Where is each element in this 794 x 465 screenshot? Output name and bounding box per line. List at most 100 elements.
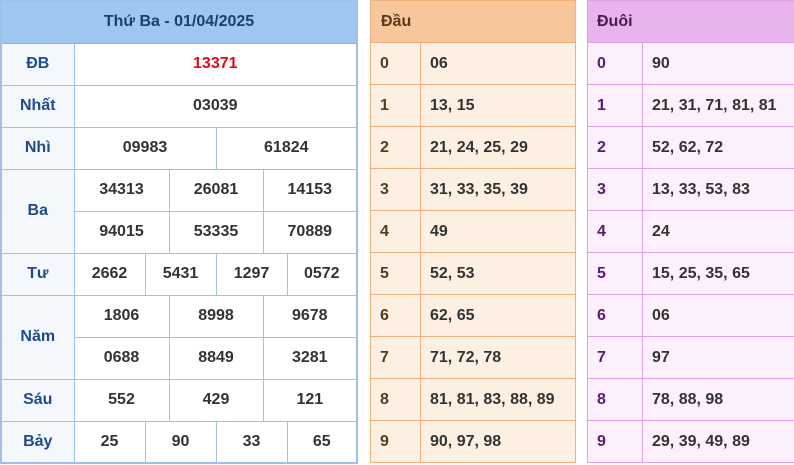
dau-row: 6 62, 65 xyxy=(370,294,577,337)
prize-label: Sáu xyxy=(0,378,75,422)
dau-key: 7 xyxy=(370,336,421,379)
duoi-row: 6 06 xyxy=(587,294,794,337)
dau-values: 71, 72, 78 xyxy=(419,336,577,379)
prize-value: 90 xyxy=(144,420,217,464)
prize-value: 25 xyxy=(73,420,146,464)
prize-row-fifth: Năm 1806 8998 9678 xyxy=(0,294,358,380)
dau-row: 1 13, 15 xyxy=(370,84,577,127)
duoi-key: 2 xyxy=(587,126,643,169)
duoi-row: 8 78, 88, 98 xyxy=(587,378,794,421)
prize-value: 03039 xyxy=(73,84,358,128)
dau-row: 2 21, 24, 25, 29 xyxy=(370,126,577,169)
prize-value: 14153 xyxy=(262,168,358,212)
duoi-row: 2 52, 62, 72 xyxy=(587,126,794,169)
dau-values: 13, 15 xyxy=(419,84,577,127)
duoi-values: 15, 25, 35, 65 xyxy=(641,252,794,295)
dau-key: 1 xyxy=(370,84,421,127)
prize-value: 429 xyxy=(168,378,264,422)
dau-key: 3 xyxy=(370,168,421,211)
dau-row: 0 06 xyxy=(370,42,577,85)
duoi-row: 7 97 xyxy=(587,336,794,379)
prize-value: 3281 xyxy=(262,336,358,380)
prize-value: 1806 xyxy=(73,294,170,338)
dau-table: Đầu 0 06 1 13, 15 2 21, 24, 25, 29 3 31, 33,… xyxy=(369,0,577,463)
duoi-table: Đuôi 0 90 1 21, 31, 71, 81, 81 2 52, 62, 72… xyxy=(586,0,794,463)
prize-row-second: Nhì 09983 61824 xyxy=(0,126,358,170)
duoi-values: 06 xyxy=(641,294,794,337)
dau-header: Đầu xyxy=(369,0,577,43)
prize-value: 70889 xyxy=(262,210,358,254)
prize-value: 8849 xyxy=(168,336,264,380)
duoi-row: 1 21, 31, 71, 81, 81 xyxy=(587,84,794,127)
duoi-values: 29, 39, 49, 89 xyxy=(641,420,794,463)
prize-value: 1297 xyxy=(215,252,288,296)
dau-values: 52, 53 xyxy=(419,252,577,295)
dau-key: 4 xyxy=(370,210,421,253)
prize-label: Ba xyxy=(0,168,75,254)
dau-key: 6 xyxy=(370,294,421,337)
dau-row: 5 52, 53 xyxy=(370,252,577,295)
duoi-values: 13, 33, 53, 83 xyxy=(641,168,794,211)
prize-value: 5431 xyxy=(144,252,217,296)
dau-row: 4 49 xyxy=(370,210,577,253)
prize-value: 94015 xyxy=(73,210,170,254)
prize-value: 61824 xyxy=(215,126,358,170)
prize-value: 65 xyxy=(286,420,358,464)
prize-value: 26081 xyxy=(168,168,264,212)
duoi-row: 3 13, 33, 53, 83 xyxy=(587,168,794,211)
prize-label: Bảy xyxy=(0,420,75,464)
duoi-key: 5 xyxy=(587,252,643,295)
duoi-key: 3 xyxy=(587,168,643,211)
dau-values: 81, 81, 83, 88, 89 xyxy=(419,378,577,421)
prize-label: Nhất xyxy=(0,84,75,128)
dau-row: 7 71, 72, 78 xyxy=(370,336,577,379)
dau-values: 49 xyxy=(419,210,577,253)
dau-key: 9 xyxy=(370,420,421,463)
duoi-key: 0 xyxy=(587,42,643,85)
prize-value: 0688 xyxy=(73,336,170,380)
dau-values: 62, 65 xyxy=(419,294,577,337)
duoi-row: 9 29, 39, 49, 89 xyxy=(587,420,794,463)
dau-key: 5 xyxy=(370,252,421,295)
prize-value: 0572 xyxy=(286,252,358,296)
duoi-values: 90 xyxy=(641,42,794,85)
duoi-values: 78, 88, 98 xyxy=(641,378,794,421)
prize-row-first: Nhất 03039 xyxy=(0,84,358,128)
dau-key: 0 xyxy=(370,42,421,85)
dau-values: 31, 33, 35, 39 xyxy=(419,168,577,211)
prize-value: 2662 xyxy=(73,252,146,296)
dau-values: 21, 24, 25, 29 xyxy=(419,126,577,169)
duoi-key: 6 xyxy=(587,294,643,337)
prize-label: Tư xyxy=(0,252,75,296)
dau-row: 9 90, 97, 98 xyxy=(370,420,577,463)
prize-row-third: Ba 34313 26081 14153 xyxy=(0,168,358,254)
dau-row: 8 81, 81, 83, 88, 89 xyxy=(370,378,577,421)
duoi-values: 97 xyxy=(641,336,794,379)
prize-label: Năm xyxy=(0,294,75,380)
duoi-key: 4 xyxy=(587,210,643,253)
prize-value: 13371 xyxy=(73,42,358,86)
duoi-values: 52, 62, 72 xyxy=(641,126,794,169)
prize-value: 53335 xyxy=(168,210,264,254)
prize-value: 552 xyxy=(73,378,170,422)
duoi-key: 8 xyxy=(587,378,643,421)
duoi-key: 1 xyxy=(587,84,643,127)
prize-value: 09983 xyxy=(73,126,217,170)
duoi-row: 4 24 xyxy=(587,210,794,253)
dau-key: 8 xyxy=(370,378,421,421)
duoi-key: 7 xyxy=(587,336,643,379)
dau-values: 06 xyxy=(419,42,577,85)
duoi-key: 9 xyxy=(587,420,643,463)
prize-value: 8998 xyxy=(168,294,264,338)
prize-value: 33 xyxy=(215,420,288,464)
dau-header-row: Đầu xyxy=(369,0,577,43)
duoi-header-row: Đuôi xyxy=(586,0,794,43)
prize-row-special: ĐB 13371 xyxy=(0,42,358,86)
results-date-title: Thứ Ba - 01/04/2025 xyxy=(0,0,358,44)
duoi-values: 24 xyxy=(641,210,794,253)
prize-value: 9678 xyxy=(262,294,358,338)
dau-values: 90, 97, 98 xyxy=(419,420,577,463)
duoi-values: 21, 31, 71, 81, 81 xyxy=(641,84,794,127)
prize-label: Nhì xyxy=(0,126,75,170)
results-header-row: Thứ Ba - 01/04/2025 xyxy=(0,0,358,44)
